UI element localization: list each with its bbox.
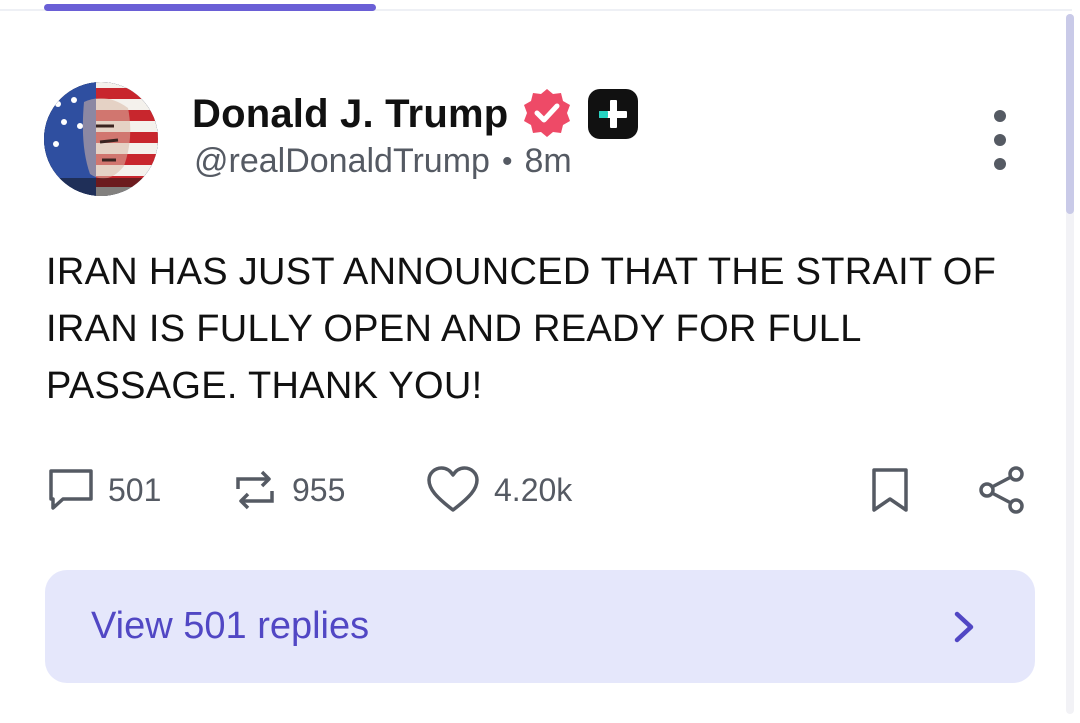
heart-icon xyxy=(427,466,479,512)
comment-button[interactable]: 501 xyxy=(48,462,161,518)
author-meta: @realDonaldTrump • 8m xyxy=(194,142,572,181)
share-button[interactable] xyxy=(978,462,1026,518)
plus-badge-icon xyxy=(588,89,639,139)
bookmark-icon xyxy=(872,468,908,512)
repost-count: 955 xyxy=(292,471,346,508)
more-vertical-icon-dot xyxy=(994,158,1006,170)
post-text: IRAN HAS JUST ANNOUNCED THAT THE STRAIT … xyxy=(46,251,997,407)
post-actions: 501 955 4.20k xyxy=(44,462,1034,518)
meta-separator: • xyxy=(501,144,513,178)
scrollbar-thumb[interactable] xyxy=(1066,14,1074,214)
avatar-image xyxy=(44,82,158,196)
like-button[interactable]: 4.20k xyxy=(426,462,572,518)
comment-count: 501 xyxy=(108,471,162,508)
view-replies-button[interactable]: View 501 replies xyxy=(45,570,1035,683)
post-timestamp: 8m xyxy=(524,142,572,180)
share-icon xyxy=(979,466,1024,514)
avatar[interactable] xyxy=(44,82,158,196)
repost-icon xyxy=(236,470,274,510)
like-count: 4.20k xyxy=(494,471,573,508)
comment-icon xyxy=(49,469,93,510)
more-vertical-icon-dot xyxy=(994,134,1006,146)
author-name-row: Donald J. Trump xyxy=(192,86,640,142)
author-handle[interactable]: @realDonaldTrump xyxy=(194,142,490,181)
more-vertical-icon xyxy=(994,110,1006,122)
repost-button[interactable]: 955 xyxy=(232,462,345,518)
view-replies-label: View 501 replies xyxy=(91,605,370,647)
tab-indicator xyxy=(44,4,376,11)
bookmark-button[interactable] xyxy=(870,462,910,518)
chevron-right-icon xyxy=(954,611,974,642)
author-display-name[interactable]: Donald J. Trump xyxy=(192,92,508,137)
verified-badge-icon xyxy=(524,89,571,137)
more-options-button[interactable] xyxy=(984,110,1016,170)
